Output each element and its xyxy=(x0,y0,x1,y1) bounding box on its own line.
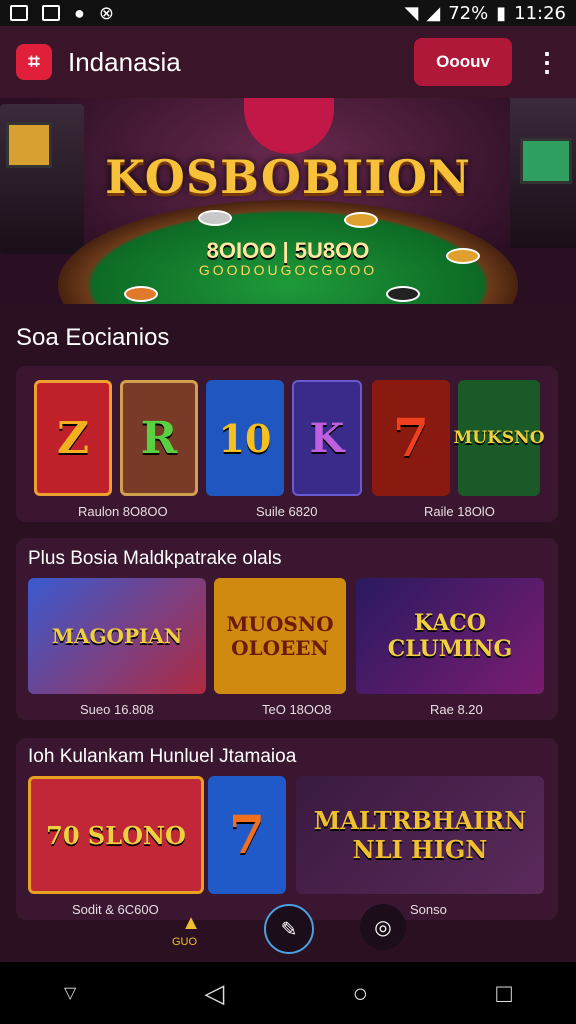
photo-icon xyxy=(42,5,60,21)
game-caption: Sueo 16.808 xyxy=(80,702,154,717)
hero-subtitle: 8OIOO | 5U8OO xyxy=(206,238,370,263)
game-tile[interactable]: 70 SLONO xyxy=(28,776,204,894)
status-icons-left: ● ⊗ xyxy=(10,3,114,24)
game-caption: TeO 18OO8 xyxy=(262,702,332,717)
back-icon[interactable]: ◁ xyxy=(204,978,224,1009)
game-tile[interactable]: MUKSNO xyxy=(453,380,545,496)
login-button[interactable]: Ooouv xyxy=(414,38,512,86)
chip-icon xyxy=(386,286,420,302)
system-nav-bar: ▽ ◁ ○ □ xyxy=(0,962,576,1024)
game-tile[interactable]: MALTRBHAIRN NLI HIGN xyxy=(296,776,544,894)
game-caption: Raile 18OlO xyxy=(424,504,495,519)
section-title: Ioh Kulankam Hunluel Jtamaioa xyxy=(28,746,297,767)
image-icon xyxy=(10,5,28,21)
hero-tagline: GOODOUGOCGOOO xyxy=(198,262,378,278)
app-logo-icon[interactable]: ⌗ xyxy=(16,44,52,80)
status-icons-right: ◥ ◢ 72% ▮ 11:26 xyxy=(405,3,566,24)
games-tab-label: GUO xyxy=(172,936,198,948)
hero-title: KOSBOBIION xyxy=(105,150,471,204)
signal-icon: ◢ xyxy=(426,2,441,24)
edit-button[interactable]: ✎ xyxy=(264,904,314,954)
app-bar: ⌗ Indanasia Ooouv ⋮ xyxy=(0,26,576,98)
chat-icon: ◎ xyxy=(374,916,392,939)
more-menu-icon[interactable]: ⋮ xyxy=(534,47,560,78)
section-title: Soa Eocianios xyxy=(16,324,170,351)
wifi-icon: ◥ xyxy=(404,2,419,24)
app-title: Indanasia xyxy=(68,46,181,77)
support-button[interactable]: ◎ xyxy=(360,904,406,950)
keyboard-hide-icon[interactable]: ▽ xyxy=(64,983,76,1003)
game-caption: Raulon 8O8OO xyxy=(78,504,168,519)
pencil-icon: ✎ xyxy=(280,918,298,941)
clock: 11:26 xyxy=(514,2,566,24)
game-tile[interactable]: KACO CLUMING xyxy=(356,578,544,694)
battery-icon: ▮ xyxy=(496,2,507,24)
floating-actions: ▲ GUO ✎ ◎ xyxy=(0,900,576,954)
dealer-image xyxy=(244,98,334,154)
games-icon: ▲ xyxy=(181,911,201,934)
chip-icon xyxy=(344,212,378,228)
game-tile[interactable]: MUOSNO OLOEEN xyxy=(214,578,346,694)
chip-icon xyxy=(198,210,232,226)
home-icon[interactable]: ○ xyxy=(352,978,368,1009)
game-tile[interactable]: 7 xyxy=(372,380,450,496)
section-title: Plus Bosia Maldkpatrake olals xyxy=(28,548,282,569)
record-icon: ● xyxy=(74,2,85,23)
game-caption: Suile 6820 xyxy=(256,504,318,519)
status-bar: ● ⊗ ◥ ◢ 72% ▮ 11:26 xyxy=(0,0,576,26)
game-tile[interactable]: 7 xyxy=(208,776,286,894)
sync-icon: ⊗ xyxy=(98,2,114,23)
game-tile[interactable]: K xyxy=(292,380,362,496)
game-tile[interactable]: R xyxy=(120,380,198,496)
game-tile[interactable]: Z xyxy=(34,380,112,496)
chip-icon xyxy=(124,286,158,302)
battery-text: 72% xyxy=(448,2,489,24)
hero-banner[interactable]: KOSBOBIION 8OIOO | 5U8OO GOODOUGOCGOOO xyxy=(0,98,576,304)
game-tile[interactable]: MAGOPIAN xyxy=(28,578,206,694)
recents-icon[interactable]: □ xyxy=(496,978,512,1009)
game-caption: Rae 8.20 xyxy=(430,702,483,717)
game-tile[interactable]: 10 xyxy=(206,380,284,496)
